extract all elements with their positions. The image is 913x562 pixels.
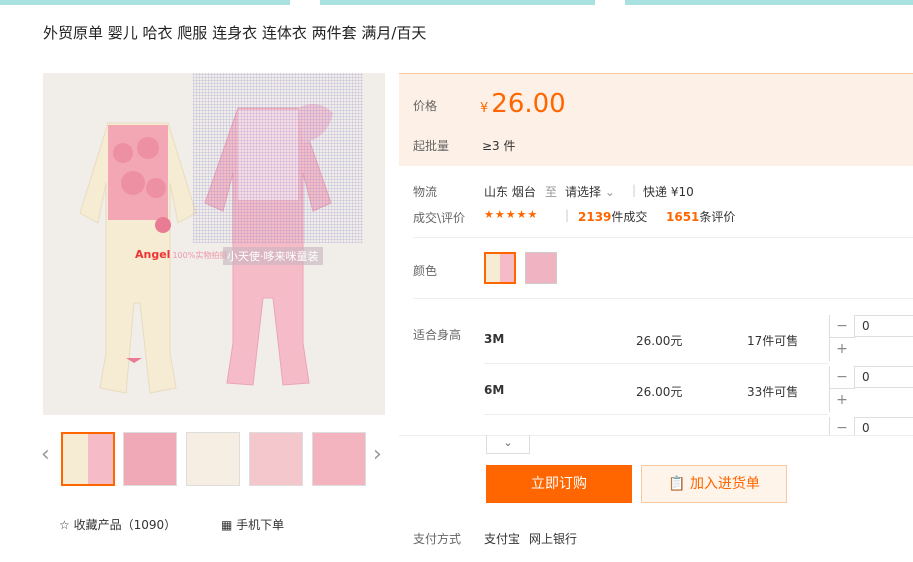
divider: | bbox=[632, 183, 637, 197]
price-label: 价格 bbox=[413, 99, 438, 113]
express-fee: 快递 ¥10 bbox=[643, 185, 694, 199]
thumbnail-5[interactable] bbox=[312, 432, 366, 486]
product-title: 外贸原单 婴儿 哈衣 爬服 连身衣 连体衣 两件套 满月/百天 bbox=[43, 24, 427, 42]
chevron-right-icon[interactable]: › bbox=[373, 442, 382, 467]
brand-watermark: Angel 100%实物拍摄 bbox=[135, 248, 228, 261]
size-stock: 33件可售 bbox=[747, 385, 799, 399]
quantity-input[interactable]: 0 bbox=[854, 315, 913, 337]
top-accent-bar bbox=[0, 0, 913, 5]
review-count[interactable]: 1651条评价 bbox=[666, 208, 735, 225]
divider: | bbox=[565, 208, 570, 222]
divider bbox=[399, 435, 913, 436]
divider bbox=[484, 363, 828, 364]
size-name: 3M bbox=[484, 332, 505, 346]
plus-button[interactable]: + bbox=[830, 389, 854, 411]
divider bbox=[413, 298, 913, 299]
origin-location: 山东 烟台 bbox=[484, 185, 536, 199]
quantity-stepper: − 0 bbox=[829, 417, 913, 435]
thumbnail-3[interactable] bbox=[186, 432, 240, 486]
quantity-input[interactable]: 0 bbox=[854, 417, 913, 435]
image-grid-overlay bbox=[193, 73, 363, 243]
payment-alipay: 支付宝 bbox=[484, 532, 521, 546]
moq-value: ≥3 件 bbox=[482, 139, 516, 153]
rating-stars-icon: ★★★★★ bbox=[484, 208, 539, 221]
add-to-cart-button[interactable]: 📋 加入进货单 bbox=[641, 465, 787, 503]
quantity-stepper: − 0 + bbox=[829, 366, 913, 412]
chevron-down-icon: ⌄ bbox=[604, 185, 615, 199]
size-price: 26.00元 bbox=[636, 385, 683, 399]
star-outline-icon: ☆ bbox=[59, 518, 70, 532]
quantity-stepper: − 0 + bbox=[829, 315, 913, 361]
shop-watermark: 小天使·哆来咪童装 bbox=[223, 247, 323, 265]
thumbnail-1[interactable] bbox=[61, 432, 115, 486]
minus-button[interactable]: − bbox=[830, 366, 855, 389]
collect-product-link[interactable]: ☆ 收藏产品（1090） bbox=[59, 516, 176, 533]
size-stock: 17件可售 bbox=[747, 334, 799, 348]
price-value: ¥26.00 bbox=[480, 89, 566, 119]
color-swatch-2[interactable] bbox=[525, 252, 557, 284]
mobile-order-link[interactable]: ▦ 手机下单 bbox=[221, 516, 284, 533]
payment-label: 支付方式 bbox=[413, 532, 462, 546]
to-text: 至 bbox=[545, 185, 558, 199]
color-label: 颜色 bbox=[413, 264, 438, 278]
destination-select[interactable]: 请选择 ⌄ bbox=[565, 183, 615, 200]
main-product-image[interactable]: Angel 100%实物拍摄 小天使·哆来咪童装 bbox=[43, 73, 385, 415]
quantity-input[interactable]: 0 bbox=[854, 366, 913, 388]
size-price: 26.00元 bbox=[636, 334, 683, 348]
expand-sizes-button[interactable]: ⌄ bbox=[486, 435, 530, 454]
color-swatch-1[interactable] bbox=[484, 252, 516, 284]
clipboard-icon: 📋 bbox=[668, 476, 686, 492]
divider bbox=[413, 237, 913, 238]
deals-label: 成交\评价 bbox=[413, 211, 466, 225]
minus-button[interactable]: − bbox=[830, 315, 855, 338]
chevron-down-icon: ⌄ bbox=[503, 436, 513, 449]
minus-button[interactable]: − bbox=[830, 417, 855, 435]
size-name: 6M bbox=[484, 383, 505, 397]
sold-count[interactable]: 2139件成交 bbox=[578, 208, 647, 225]
chevron-left-icon[interactable]: ‹ bbox=[41, 442, 50, 467]
price-box bbox=[399, 73, 913, 166]
moq-label: 起批量 bbox=[413, 139, 450, 153]
qr-code-icon: ▦ bbox=[221, 518, 233, 532]
buy-now-button[interactable]: 立即订购 bbox=[486, 465, 632, 503]
size-label: 适合身高 bbox=[413, 328, 462, 342]
payment-bank: 网上银行 bbox=[529, 532, 578, 546]
thumbnail-2[interactable] bbox=[123, 432, 177, 486]
divider bbox=[484, 414, 828, 415]
thumbnail-strip: ‹ › bbox=[41, 432, 385, 488]
thumbnail-4[interactable] bbox=[249, 432, 303, 486]
logistics-label: 物流 bbox=[413, 185, 438, 199]
plus-button[interactable]: + bbox=[830, 338, 854, 360]
